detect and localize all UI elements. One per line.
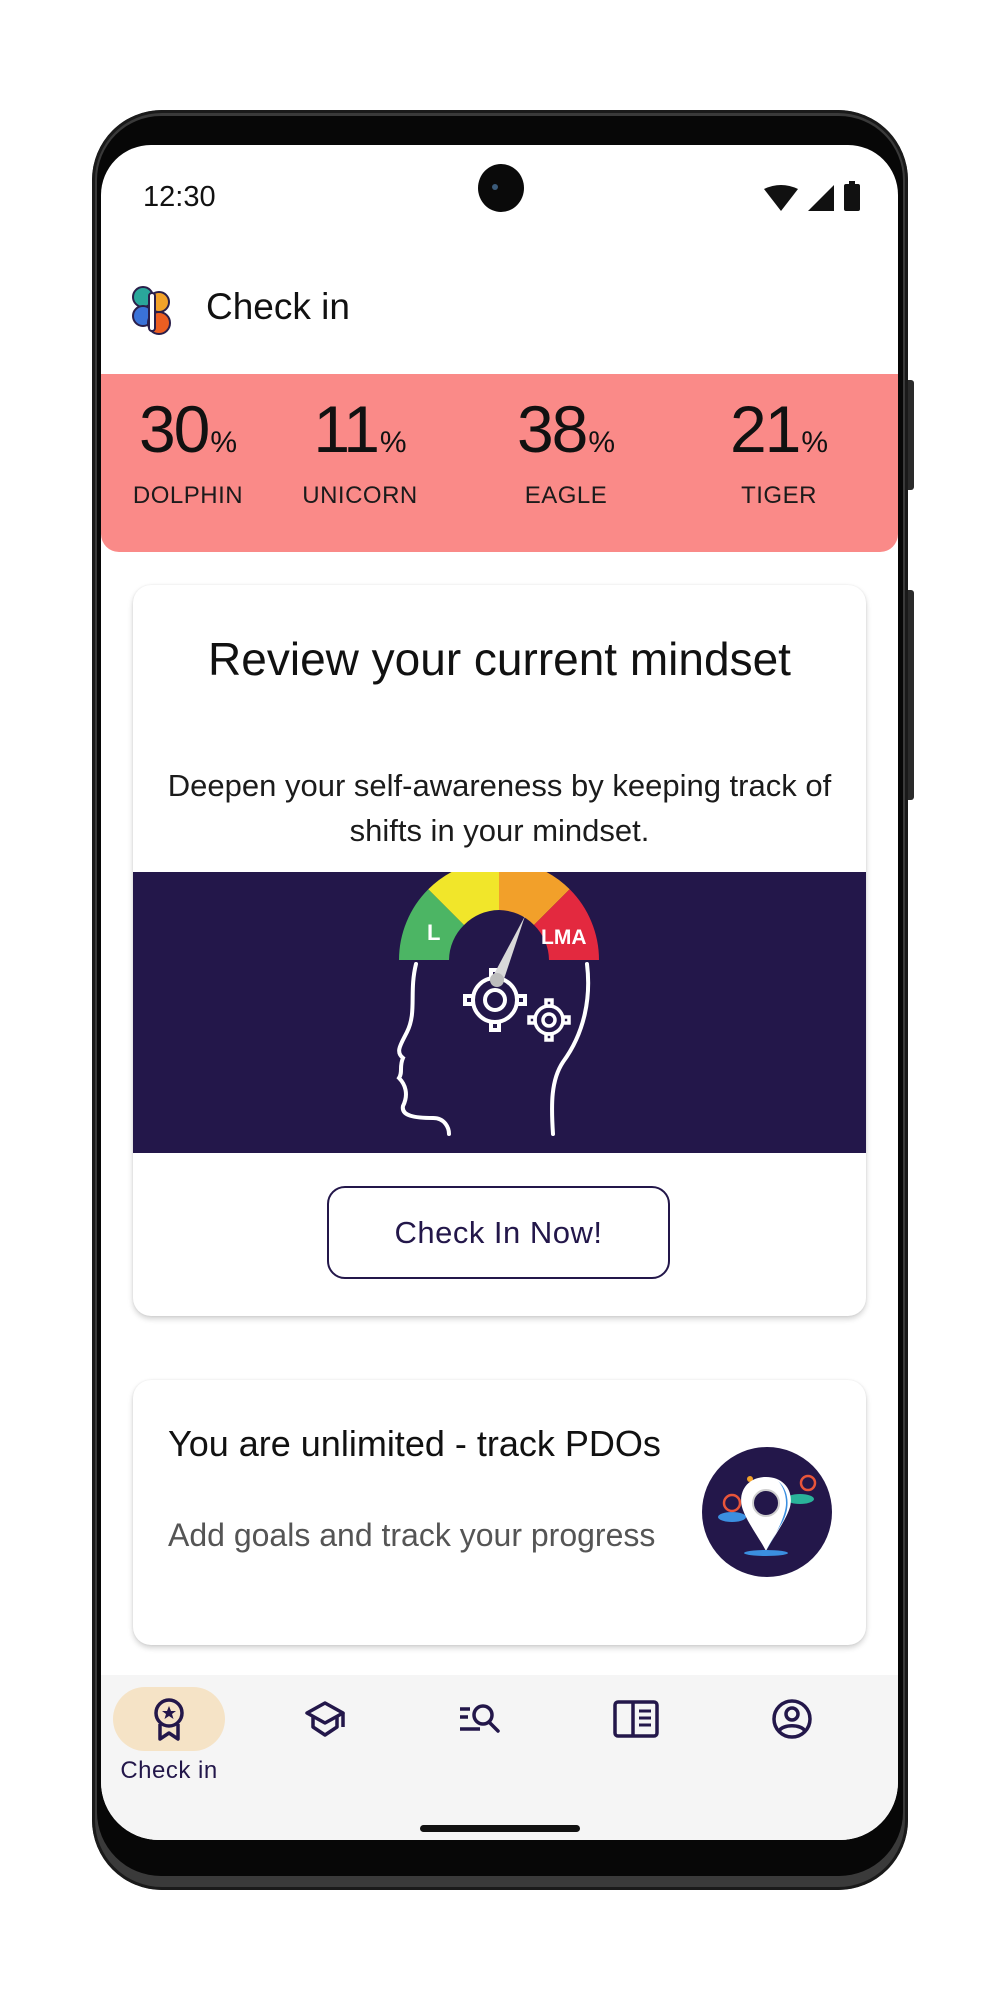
stat-unicorn: 11% UNICORN [285,396,435,510]
stats-band: 30% DOLPHIN 11% UNICORN 38% EAGLE 21% TI… [101,374,898,552]
book-open-icon [613,1700,659,1738]
graduation-cap-icon [305,1701,345,1737]
bottom-nav: Check in [101,1675,898,1840]
stat-value: 38 [516,392,588,466]
pdo-card-title: You are unlimited - track PDOs [168,1423,661,1464]
nav-label: Check in [120,1757,218,1784]
stat-eagle: 38% EAGLE [510,396,622,510]
mindset-card-subtitle: Deepen your self-awareness by keeping tr… [167,768,832,848]
front-camera [478,164,524,212]
mindset-illustration: L LMA [133,860,866,1153]
gauge-left-label: L [427,920,440,945]
list-search-icon [460,1704,500,1733]
nav-item-check-in[interactable]: Check in [109,1687,229,1797]
nav-active-indicator [113,1687,225,1751]
status-time: 12:30 [143,181,216,213]
head-gauge-illustration: L LMA [396,860,599,1136]
stat-value: 11 [313,392,380,466]
location-pin-icon [702,1447,832,1577]
stat-unit: % [379,426,407,459]
status-bar: 12:30 [101,145,898,245]
nav-pill [580,1687,692,1751]
pdo-card-subtitle: Add goals and track your progress [168,1517,656,1553]
gauge-right-label: LMA [541,926,587,949]
mindset-card: Review your current mindset Deepen your … [133,585,866,1316]
stat-value: 30 [138,392,210,466]
app-logo [132,286,171,335]
nav-item-profile[interactable] [732,1687,852,1797]
battery-icon [844,181,860,211]
screen: 12:30 Check in 30% DOLPHIN 11% UNICORN 3… [101,145,898,1840]
stat-unit: % [588,426,616,459]
page-title: Check in [206,286,350,327]
pdo-card[interactable]: You are unlimited - track PDOs Add goals… [133,1380,866,1645]
stat-dolphin: 30% DOLPHIN [127,396,249,510]
mindset-card-title: Review your current mindset [208,633,791,685]
nav-pill [269,1687,381,1751]
stat-label: DOLPHIN [132,482,244,509]
nav-item-search[interactable] [420,1687,540,1797]
account-circle-icon [772,1699,812,1739]
nav-pill [424,1687,536,1751]
stat-label: TIGER [741,482,817,509]
award-ribbon-icon [154,1698,184,1741]
volume-button [908,590,914,800]
power-button [908,380,914,490]
home-indicator[interactable] [420,1825,580,1832]
nav-item-learn[interactable] [265,1687,385,1797]
cellular-signal-icon [808,185,834,211]
stat-unit: % [801,426,829,459]
status-icons [764,181,860,211]
nav-pill [736,1687,848,1751]
check-in-now-button[interactable]: Check In Now! [327,1186,670,1279]
stat-label: UNICORN [302,482,418,509]
nav-item-library[interactable] [576,1687,696,1797]
stat-value: 21 [729,392,801,466]
wifi-icon [764,185,798,211]
stat-unit: % [210,426,238,459]
stat-label: EAGLE [524,482,608,509]
stat-tiger: 21% TIGER [723,396,835,510]
